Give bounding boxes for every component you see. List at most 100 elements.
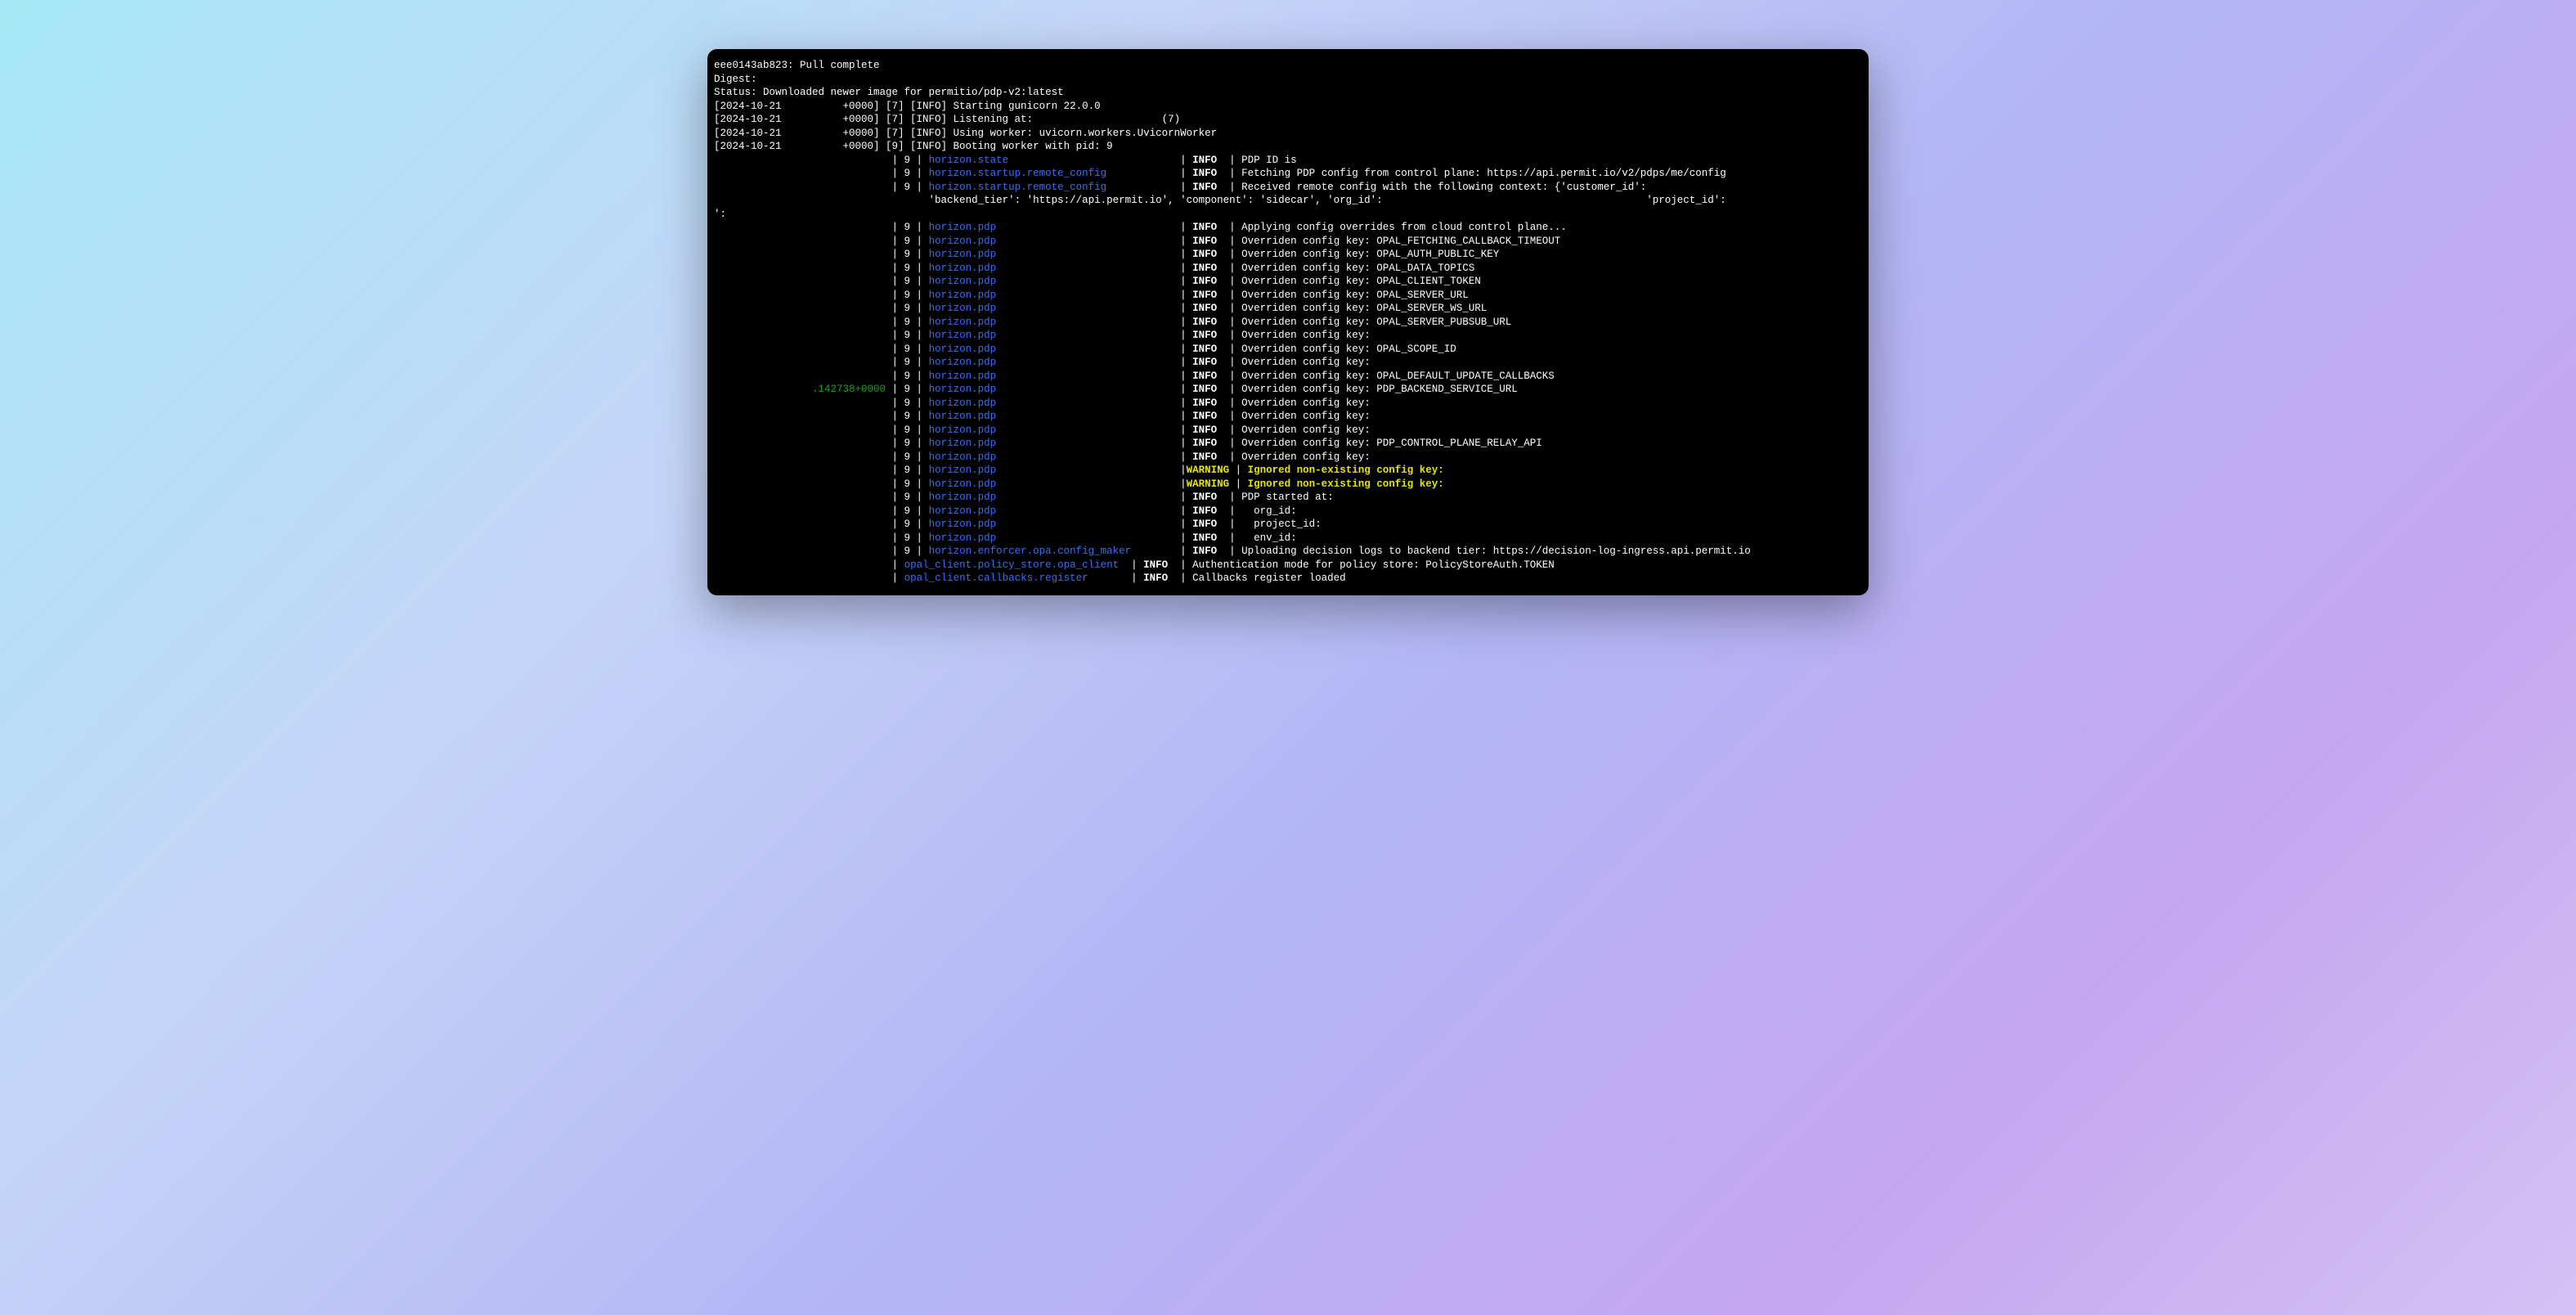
log-line: | 9 | horizon.state | INFO | PDP ID is (714, 154, 1862, 168)
log-line: | 9 | horizon.pdp | INFO | Overriden con… (714, 437, 1862, 451)
log-source: opal_client.policy_store.opa_client (904, 559, 1125, 571)
timestamp (714, 249, 886, 260)
log-line: | 9 | horizon.startup.remote_config | IN… (714, 181, 1862, 195)
log-source: horizon.pdp (929, 222, 1174, 233)
log-message: Overriden config key: OPAL_DATA_TOPICS (1241, 263, 1474, 274)
timestamp (714, 491, 886, 503)
log-source: horizon.pdp (929, 397, 1174, 409)
log-level-warning: WARNING (1187, 465, 1230, 476)
log-source: horizon.pdp (929, 411, 1174, 422)
terminal-output: eee0143ab823: Pull completeDigest:Status… (714, 59, 1862, 586)
timestamp (714, 532, 886, 544)
log-line: | 9 | horizon.pdp | INFO | Overriden con… (714, 302, 1862, 316)
log-line: | 9 | horizon.enforcer.opa.config_maker … (714, 545, 1862, 559)
log-level: INFO (1192, 411, 1217, 422)
log-line: | 9 | horizon.pdp | INFO | Overriden con… (714, 329, 1862, 343)
terminal-window[interactable]: eee0143ab823: Pull completeDigest:Status… (707, 49, 1869, 595)
log-level-warning: WARNING (1187, 478, 1230, 490)
log-message: Overriden config key: OPAL_AUTH_PUBLIC_K… (1241, 249, 1499, 260)
log-level: INFO (1192, 424, 1217, 436)
timestamp (714, 451, 886, 463)
timestamp: .142738+0000 (714, 384, 886, 395)
log-message: Overriden config key: OPAL_SERVER_WS_URL (1241, 303, 1487, 314)
log-line: | 9 | horizon.pdp | INFO | Overriden con… (714, 424, 1862, 438)
log-message: Uploading decision logs to backend tier:… (1241, 545, 1751, 557)
log-level: INFO (1192, 384, 1217, 395)
log-line: | 9 | horizon.pdp | INFO | Overriden con… (714, 370, 1862, 384)
timestamp (714, 263, 886, 274)
timestamp (714, 168, 886, 179)
log-message: PDP started at: (1241, 491, 1334, 503)
log-line: | 9 | horizon.pdp | INFO | project_id: (714, 518, 1862, 532)
log-level: INFO (1192, 397, 1217, 409)
log-level: INFO (1192, 451, 1217, 463)
log-source: horizon.pdp (929, 343, 1174, 355)
log-source: horizon.pdp (929, 370, 1174, 382)
log-message: project_id: (1241, 518, 1322, 530)
log-line: | 9 | horizon.pdp | INFO | Overriden con… (714, 262, 1862, 276)
log-message: org_id: (1241, 505, 1297, 517)
log-line: | 9 | horizon.pdp | INFO | Overriden con… (714, 316, 1862, 330)
log-line: | 9 | horizon.pdp |WARNING | Ignored non… (714, 478, 1862, 491)
log-message: PDP ID is (1241, 155, 1297, 166)
timestamp (714, 330, 886, 341)
gunicorn-line: [2024-10-21 +0000] [7] [INFO] Listening … (714, 114, 1180, 125)
timestamp (714, 465, 886, 476)
log-message: Overriden config key: PDP_CONTROL_PLANE_… (1241, 438, 1542, 449)
log-level: INFO (1192, 357, 1217, 368)
timestamp (714, 222, 886, 233)
log-source: horizon.pdp (929, 249, 1174, 260)
log-source: horizon.pdp (929, 384, 1174, 395)
log-level: INFO (1192, 505, 1217, 517)
log-line: Status: Downloaded newer image for permi… (714, 86, 1862, 100)
timestamp (714, 545, 886, 557)
log-level: INFO (1192, 303, 1217, 314)
timestamp (714, 397, 886, 409)
log-line: | 9 | horizon.pdp |WARNING | Ignored non… (714, 464, 1862, 478)
log-level: INFO (1192, 222, 1217, 233)
log-line: | 9 | horizon.pdp | INFO | Applying conf… (714, 221, 1862, 235)
timestamp (714, 478, 886, 490)
timestamp (714, 276, 886, 287)
log-source: horizon.pdp (929, 465, 1174, 476)
log-level: INFO (1143, 572, 1168, 584)
log-message: Overriden config key: OPAL_SCOPE_ID (1241, 343, 1456, 355)
log-message: Overriden config key: OPAL_SERVER_PUBSUB… (1241, 316, 1511, 328)
log-source: horizon.enforcer.opa.config_maker (929, 545, 1174, 557)
status-line: Status: Downloaded newer image for permi… (714, 87, 1064, 98)
context-line: ': (714, 209, 726, 220)
log-source: opal_client.callbacks.register (904, 572, 1125, 584)
log-level: INFO (1192, 438, 1217, 449)
log-message: env_id: (1241, 532, 1297, 544)
log-line: [2024-10-21 +0000] [7] [INFO] Using work… (714, 127, 1862, 141)
log-level: INFO (1192, 236, 1217, 247)
log-line: | 9 | horizon.pdp | INFO | Overriden con… (714, 235, 1862, 249)
timestamp (714, 343, 886, 355)
timestamp (714, 155, 886, 166)
timestamp (714, 411, 886, 422)
log-level: INFO (1192, 532, 1217, 544)
log-source: horizon.pdp (929, 263, 1174, 274)
timestamp (714, 438, 886, 449)
log-line: | 9 | horizon.pdp | INFO | PDP started a… (714, 491, 1862, 505)
log-source: horizon.state (929, 155, 1174, 166)
log-line: | 9 | horizon.pdp | INFO | Overriden con… (714, 248, 1862, 262)
log-source: horizon.pdp (929, 505, 1174, 517)
log-message: Overriden config key: OPAL_CLIENT_TOKEN (1241, 276, 1481, 287)
log-line: | 9 | horizon.pdp | INFO | Overriden con… (714, 397, 1862, 411)
log-source: horizon.pdp (929, 424, 1174, 436)
log-message: Overriden config key: OPAL_DEFAULT_UPDAT… (1241, 370, 1555, 382)
log-source: horizon.pdp (929, 438, 1174, 449)
log-level: INFO (1192, 168, 1217, 179)
log-line: .142738+0000 | 9 | horizon.pdp | INFO | … (714, 383, 1862, 397)
pull-line: eee0143ab823: Pull complete (714, 60, 880, 71)
timestamp (714, 236, 886, 247)
log-message: Ignored non-existing config key: (1248, 478, 1444, 490)
log-level: INFO (1192, 155, 1217, 166)
context-line: 'backend_tier': 'https://api.permit.io',… (886, 195, 1869, 206)
log-source: horizon.startup.remote_config (929, 182, 1174, 193)
log-message: Fetching PDP config from control plane: … (1241, 168, 1726, 179)
log-line: [2024-10-21 +0000] [7] [INFO] Listening … (714, 113, 1862, 127)
gunicorn-line: [2024-10-21 +0000] [7] [INFO] Using work… (714, 128, 1217, 139)
log-line: | 9 | horizon.pdp | INFO | Overriden con… (714, 289, 1862, 303)
